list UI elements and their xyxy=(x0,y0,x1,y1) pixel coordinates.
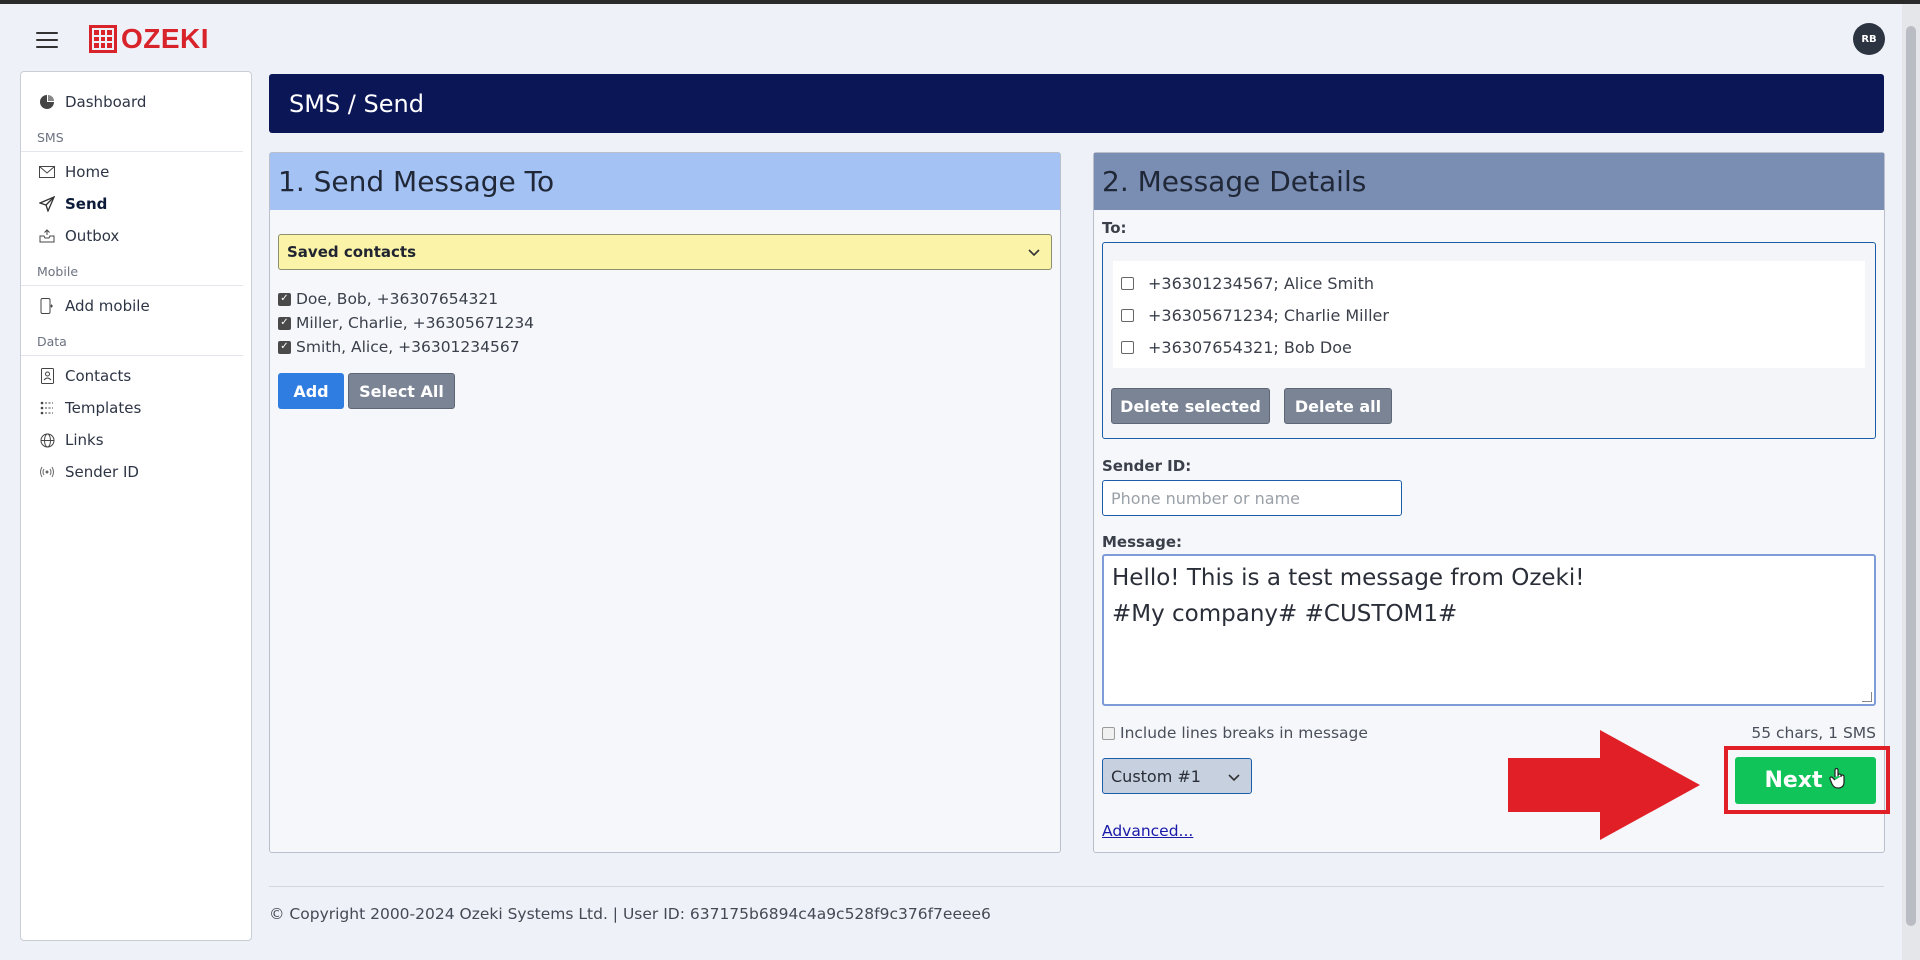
recipient-list: +36301234567; Alice Smith +36305671234; … xyxy=(1113,261,1865,368)
logo-text: OZEKI xyxy=(121,23,210,54)
window-top-edge xyxy=(0,0,1920,4)
sidebar-item-sender-id[interactable]: Sender ID xyxy=(21,456,251,488)
send-to-heading: 1. Send Message To xyxy=(270,153,1060,210)
sidebar-item-label: Sender ID xyxy=(65,463,139,481)
custom-field-value: Custom #1 xyxy=(1111,766,1201,786)
include-breaks-label: Include lines breaks in message xyxy=(1120,724,1368,742)
sidebar-item-contacts[interactable]: Contacts xyxy=(21,360,251,392)
menu-icon[interactable] xyxy=(36,32,58,48)
logo-mark-icon xyxy=(89,25,117,53)
contact-checkbox[interactable]: ✓ xyxy=(278,316,291,330)
sidebar-section-data: Data xyxy=(21,334,243,356)
ozeki-logo[interactable]: OZEKI xyxy=(89,23,210,54)
recipients-box: +36301234567; Alice Smith +36305671234; … xyxy=(1102,242,1876,439)
contact-source-value: Saved contacts xyxy=(287,243,416,261)
sidebar-section-sms: SMS xyxy=(21,130,243,152)
select-all-button[interactable]: Select All xyxy=(348,373,455,409)
sidebar-item-dashboard[interactable]: Dashboard xyxy=(21,86,251,118)
contact-item[interactable]: ✓ Smith, Alice, +36301234567 xyxy=(278,335,534,359)
sidebar: Dashboard SMS Home Send Outbox Mobile Ad… xyxy=(20,71,252,941)
sidebar-section-mobile: Mobile xyxy=(21,264,243,286)
sender-id-label: Sender ID: xyxy=(1102,457,1192,475)
pie-chart-icon xyxy=(37,92,57,112)
message-line-2: #My company# #CUSTOM1# xyxy=(1112,601,1458,627)
envelope-icon xyxy=(37,162,57,182)
recipient-item[interactable]: +36301234567; Alice Smith xyxy=(1113,267,1865,299)
sidebar-item-label: Dashboard xyxy=(65,93,147,111)
delete-all-button[interactable]: Delete all xyxy=(1284,388,1392,424)
mobile-add-icon xyxy=(37,296,57,316)
sidebar-item-add-mobile[interactable]: Add mobile xyxy=(21,290,251,322)
outbox-icon xyxy=(37,226,57,246)
copyright-text: © Copyright 2000-2024 Ozeki Systems Ltd.… xyxy=(269,905,991,923)
delete-selected-button[interactable]: Delete selected xyxy=(1111,388,1270,424)
recipient-label: +36301234567; Alice Smith xyxy=(1148,273,1375,293)
include-breaks-checkbox[interactable] xyxy=(1102,726,1115,740)
contact-checkbox[interactable]: ✓ xyxy=(278,292,291,306)
globe-icon xyxy=(37,430,57,450)
message-details-heading: 2. Message Details xyxy=(1094,153,1884,210)
contact-source-select[interactable]: Saved contacts xyxy=(278,234,1052,270)
custom-field-select[interactable]: Custom #1 xyxy=(1102,758,1252,794)
sidebar-item-label: Templates xyxy=(65,399,142,417)
templates-icon xyxy=(37,398,57,418)
sidebar-item-label: Links xyxy=(65,431,104,449)
message-label: Message: xyxy=(1102,533,1182,551)
sender-id-input[interactable] xyxy=(1102,480,1402,516)
recipient-label: +36305671234; Charlie Miller xyxy=(1148,305,1389,325)
footer-divider xyxy=(269,886,1884,887)
sidebar-item-label: Add mobile xyxy=(65,297,150,315)
contact-label: Smith, Alice, +36301234567 xyxy=(296,338,520,356)
sidebar-item-label: Outbox xyxy=(65,227,120,245)
recipient-item[interactable]: +36305671234; Charlie Miller xyxy=(1113,299,1865,331)
scrollbar-thumb[interactable] xyxy=(1906,26,1916,926)
sidebar-item-templates[interactable]: Templates xyxy=(21,392,251,424)
include-breaks-option[interactable]: Include lines breaks in message xyxy=(1102,724,1368,742)
recipient-checkbox[interactable] xyxy=(1121,276,1134,290)
sidebar-item-outbox[interactable]: Outbox xyxy=(21,220,251,252)
chevron-down-icon xyxy=(1027,245,1041,263)
user-avatar[interactable]: RB xyxy=(1853,23,1885,55)
page-title: SMS / Send xyxy=(269,74,1884,133)
chevron-down-icon xyxy=(1227,769,1241,788)
next-button-label: Next xyxy=(1764,768,1823,793)
advanced-link[interactable]: Advanced... xyxy=(1102,822,1193,840)
recipient-checkbox[interactable] xyxy=(1121,308,1134,322)
saved-contact-list: ✓ Doe, Bob, +36307654321 ✓ Miller, Charlie… xyxy=(278,287,534,359)
red-arrow-annotation xyxy=(1508,730,1700,840)
sidebar-item-send[interactable]: Send xyxy=(21,188,251,220)
recipient-checkbox[interactable] xyxy=(1121,340,1134,354)
contact-item[interactable]: ✓ Miller, Charlie, +36305671234 xyxy=(278,311,534,335)
page-scrollbar[interactable] xyxy=(1902,4,1920,960)
recipient-label: +36307654321; Bob Doe xyxy=(1148,337,1352,357)
to-label: To: xyxy=(1102,219,1127,237)
send-to-panel: 1. Send Message To Saved contacts ✓ Doe, … xyxy=(269,152,1061,853)
sidebar-item-home[interactable]: Home xyxy=(21,156,251,188)
recipient-item[interactable]: +36307654321; Bob Doe xyxy=(1113,331,1865,363)
char-counter: 55 chars, 1 SMS xyxy=(1751,724,1876,742)
contact-label: Doe, Bob, +36307654321 xyxy=(296,290,499,308)
sidebar-item-label: Home xyxy=(65,163,110,181)
contact-checkbox[interactable]: ✓ xyxy=(278,340,291,354)
hand-cursor-icon xyxy=(1828,767,1847,795)
contacts-book-icon xyxy=(37,366,57,386)
resize-grip-icon[interactable] xyxy=(1862,692,1872,702)
message-textarea[interactable]: Hello! This is a test message from Ozeki… xyxy=(1102,554,1876,706)
contact-label: Miller, Charlie, +36305671234 xyxy=(296,314,535,332)
signal-icon xyxy=(37,462,57,482)
add-button[interactable]: Add xyxy=(278,373,344,409)
paper-plane-icon xyxy=(37,194,57,214)
sidebar-item-links[interactable]: Links xyxy=(21,424,251,456)
sidebar-item-label: Send xyxy=(65,195,108,213)
next-button[interactable]: Next xyxy=(1735,757,1876,804)
sidebar-item-label: Contacts xyxy=(65,367,132,385)
message-line-1: Hello! This is a test message from Ozeki… xyxy=(1112,565,1585,591)
contact-item[interactable]: ✓ Doe, Bob, +36307654321 xyxy=(278,287,534,311)
